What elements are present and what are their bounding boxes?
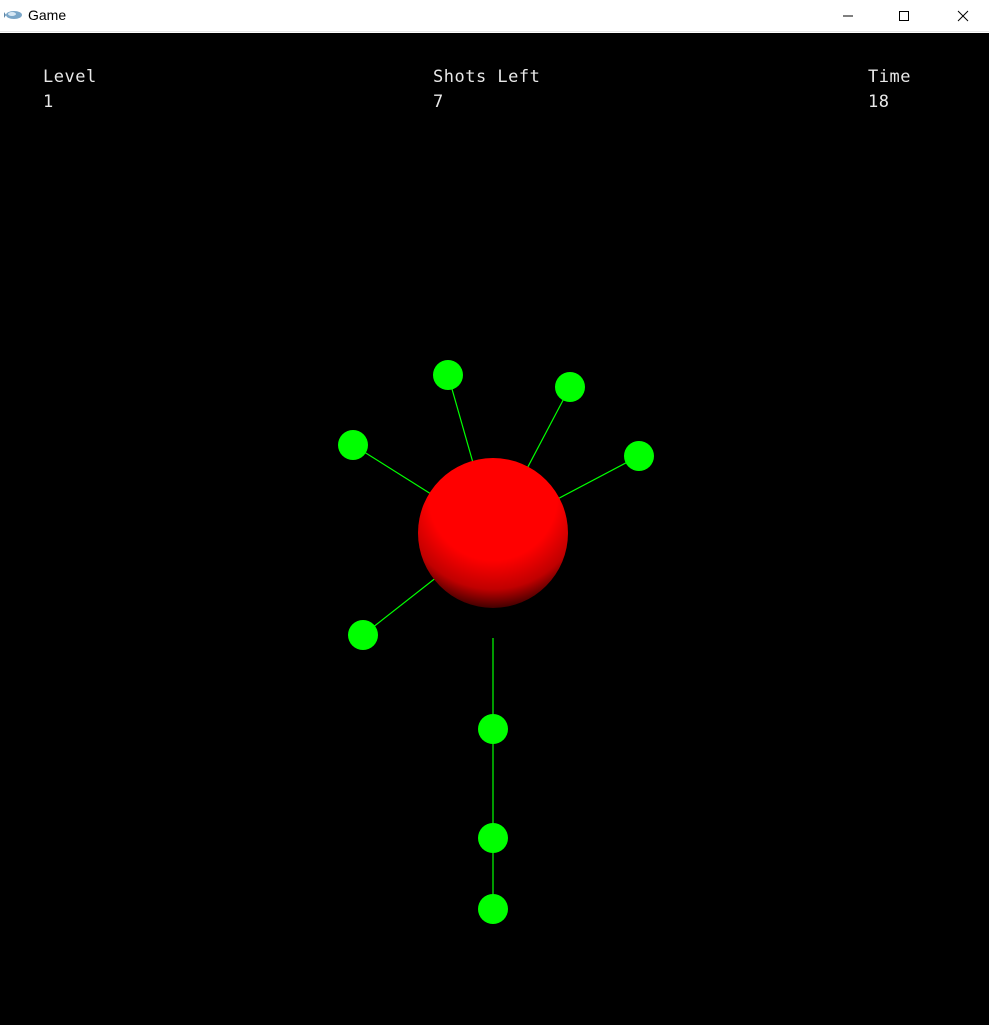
window-title: Game bbox=[28, 7, 67, 23]
pin-ball bbox=[433, 360, 463, 390]
queued-shot-ball bbox=[478, 894, 508, 924]
game-canvas[interactable]: Level 1 Shots Left 7 Time 18 bbox=[0, 33, 989, 1025]
pin-ball bbox=[348, 620, 378, 650]
close-button[interactable] bbox=[940, 0, 986, 31]
game-window: Game Level 1 Shots Left 7 Time 18 bbox=[0, 0, 989, 1025]
close-icon bbox=[957, 10, 969, 21]
queued-shot-ball bbox=[478, 823, 508, 853]
pin-ball bbox=[338, 430, 368, 460]
rotating-core bbox=[418, 458, 568, 608]
title-bar[interactable]: Game bbox=[0, 0, 989, 32]
pin-ball bbox=[624, 441, 654, 471]
minimize-button[interactable] bbox=[825, 0, 871, 31]
pin-ball bbox=[555, 372, 585, 402]
game-stage bbox=[338, 360, 654, 924]
maximize-icon bbox=[899, 10, 909, 21]
minimize-icon bbox=[843, 15, 853, 16]
queued-shot-ball bbox=[478, 714, 508, 744]
maximize-button[interactable] bbox=[881, 0, 927, 31]
game-app-icon bbox=[4, 11, 22, 19]
